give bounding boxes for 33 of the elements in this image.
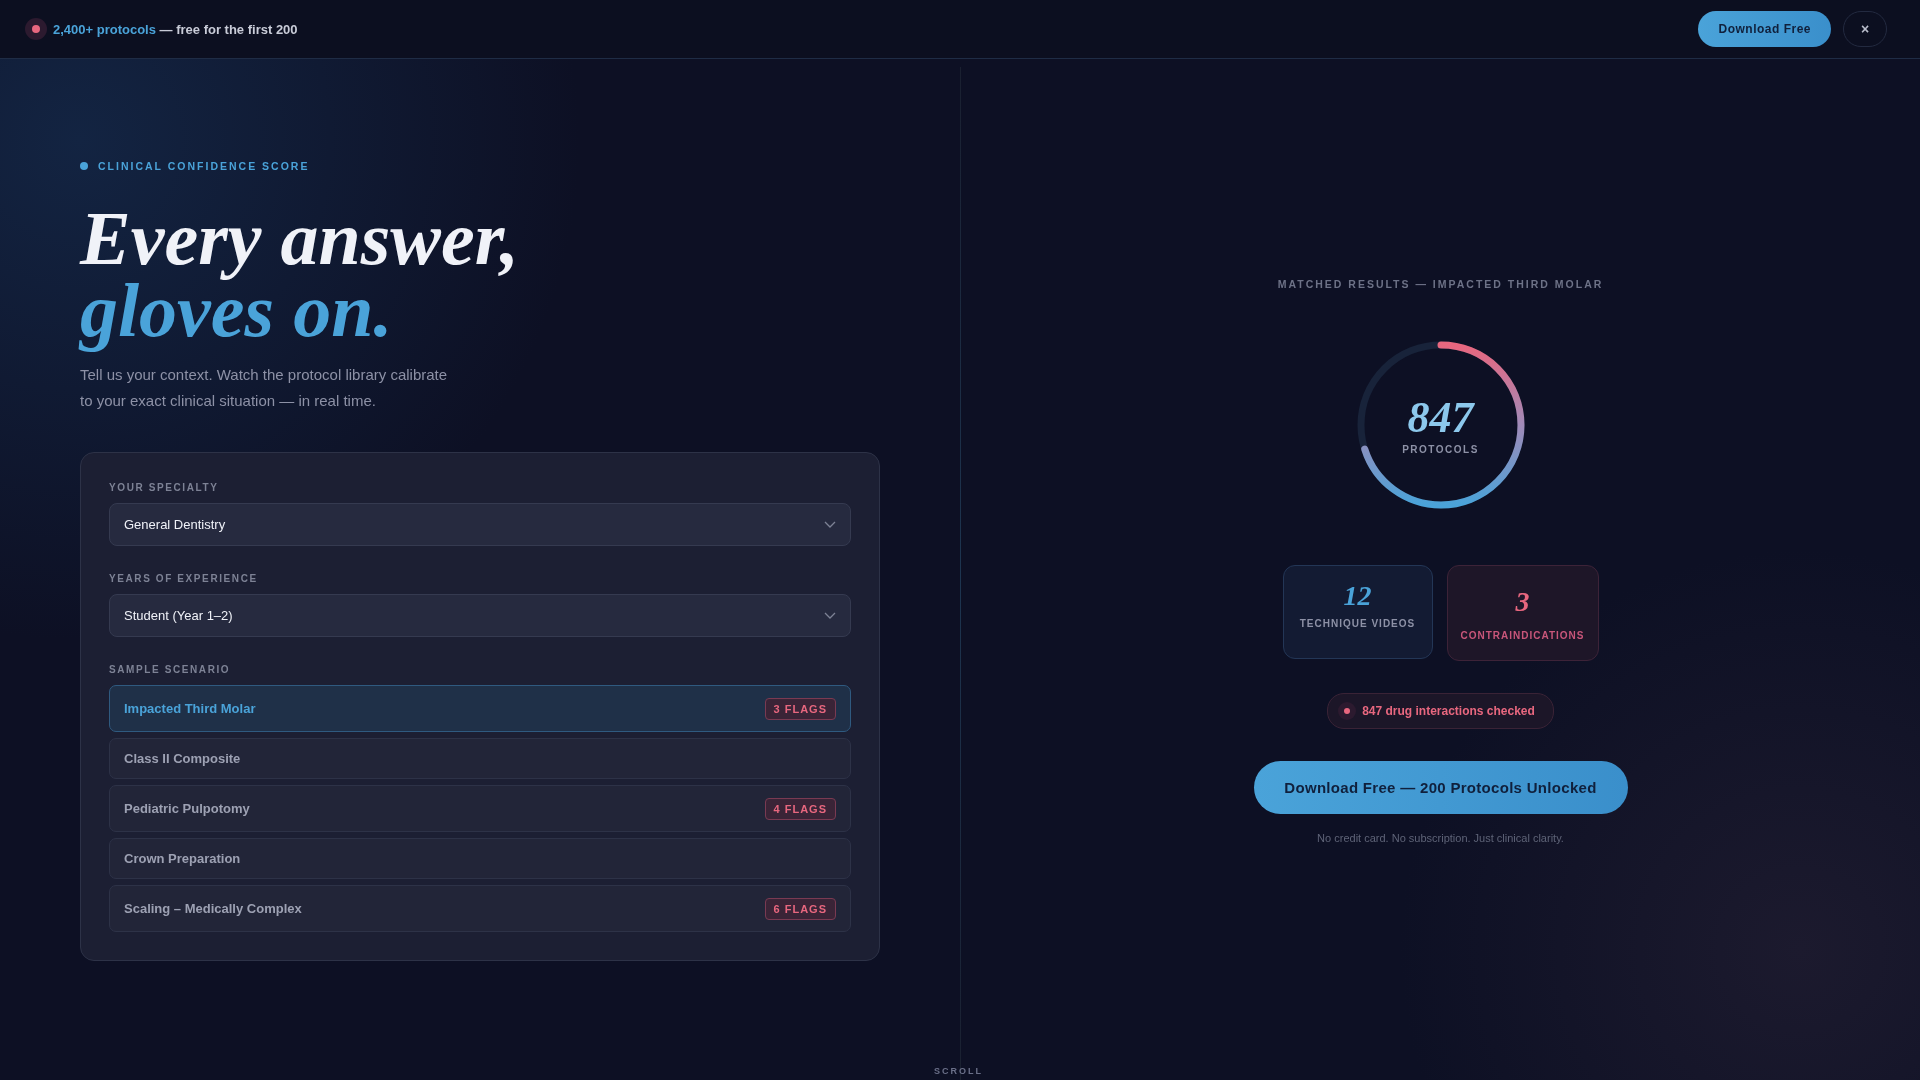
pulse-dot-icon [25, 18, 47, 40]
interactions-text: 847 drug interactions checked [1362, 704, 1535, 718]
scenario-option[interactable]: Impacted Third Molar 3 FLAGS [109, 685, 851, 732]
flag-count: 3 FLAGS [764, 697, 836, 720]
download-button[interactable]: Download Free [1698, 11, 1831, 47]
pulse-dot-icon [1338, 702, 1357, 720]
gauge-label: PROTOCOLS [1402, 443, 1479, 455]
scroll-hint: SCROLL [934, 1066, 983, 1076]
promo-text: 2,400+ protocols — free for the first 200 [53, 21, 298, 37]
fine-print: No credit card. No subscription. Just clinical clarity. [1317, 832, 1564, 844]
scenario-option[interactable]: Scaling – Medically Complex 6 FLAGS [109, 885, 851, 932]
experience-select[interactable]: Student (Year 1–2) [109, 594, 851, 637]
stat-value: 12 [1343, 580, 1372, 612]
results-heading: MATCHED RESULTS — IMPACTED THIRD MOLAR [1277, 278, 1604, 290]
eyebrow-label: CLINICAL CONFIDENCE SCORE [98, 160, 310, 172]
flag-count: 6 FLAGS [764, 897, 836, 920]
protocol-count: 847 [1407, 395, 1474, 440]
stat-label: TECHNIQUE VIDEOS [1299, 618, 1416, 629]
chevron-icon [824, 612, 836, 619]
specialty-select[interactable]: General Dentistry [109, 503, 851, 546]
stat-label: CONTRAINDICATIONS [1460, 629, 1585, 641]
description: Tell us your context. Watch the protocol library calibrate to your exact clinical situation — in real time. [80, 365, 449, 411]
flag-count: 4 FLAGS [764, 797, 836, 820]
scenario-option[interactable]: Crown Preparation [109, 838, 851, 879]
field-label: YOUR SPECIALTY [109, 482, 220, 493]
field-label: YEARS OF EXPERIENCE [109, 573, 259, 584]
dot-icon [80, 162, 88, 170]
cta-button[interactable]: Download Free — 200 Protocols Unlocked [1253, 761, 1628, 814]
scenario-option[interactable]: Class II Composite [109, 738, 851, 779]
field-label: SAMPLE SCENARIO [109, 664, 232, 675]
chevron-icon [824, 521, 836, 528]
stat-value: 3 [1515, 585, 1530, 618]
scenario-option[interactable]: Pediatric Pulpotomy 4 FLAGS [109, 785, 851, 832]
